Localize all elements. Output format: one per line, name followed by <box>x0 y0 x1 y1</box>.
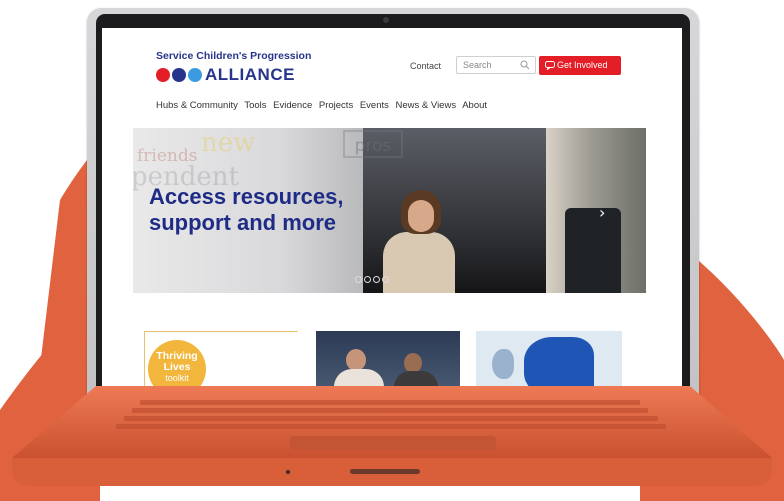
laptop-keyboard-base <box>12 386 772 486</box>
nav-projects[interactable]: Projects <box>319 100 353 111</box>
logo-dot-navy <box>172 68 186 82</box>
main-nav: Hubs & Community Tools Evidence Projects… <box>156 100 491 111</box>
nav-hubs-community[interactable]: Hubs & Community <box>156 100 238 111</box>
chat-icon <box>545 61 555 70</box>
camera-icon <box>383 17 389 23</box>
thriving-lives-card[interactable]: Thriving Lives toolkit <box>144 331 298 390</box>
hero-title-line2: support and more <box>149 210 337 235</box>
background-word: pros <box>343 130 403 158</box>
badge-line2: Lives <box>163 361 191 373</box>
person-head <box>404 353 422 373</box>
hero-title-line1: Access resources, <box>149 184 344 209</box>
nav-news-views[interactable]: News & Views <box>396 100 457 111</box>
nav-evidence[interactable]: Evidence <box>273 100 312 111</box>
map-region-england <box>524 337 594 390</box>
carousel-dot[interactable] <box>355 276 362 283</box>
carousel-dot[interactable] <box>382 276 389 283</box>
carousel-indicators <box>355 268 391 287</box>
chevron-right-icon[interactable]: › <box>599 203 605 222</box>
logo-dot-blue <box>188 68 202 82</box>
nav-events[interactable]: Events <box>360 100 389 111</box>
carousel-dot[interactable] <box>364 276 371 283</box>
hero-carousel[interactable]: friends new pendent pros Access resource… <box>133 128 646 293</box>
background-word: new <box>201 128 256 158</box>
nav-about[interactable]: About <box>462 100 487 111</box>
badge-line3: toolkit <box>165 373 189 383</box>
search-icon[interactable] <box>520 60 530 70</box>
thriving-lives-title: Thriving Lives toolkit <box>150 351 204 384</box>
logo-dot-red <box>156 68 170 82</box>
carousel-dot[interactable] <box>373 276 380 283</box>
logo-alliance[interactable]: ALLIANCE <box>205 65 295 85</box>
speaker-body <box>383 232 455 293</box>
laptop-screen: Service Children's Progression ALLIANCE … <box>102 28 682 390</box>
person-head <box>346 349 366 371</box>
nav-tools[interactable]: Tools <box>244 100 266 111</box>
hero-title: Access resources, support and more <box>149 184 379 236</box>
contact-link[interactable]: Contact <box>410 61 441 71</box>
coffee-cup-image <box>565 208 621 293</box>
map-region-ireland <box>492 349 514 379</box>
logo-title[interactable]: Service Children's Progression <box>156 50 311 62</box>
map-card[interactable] <box>476 331 622 390</box>
speaker-face <box>408 200 434 232</box>
group-photo-card[interactable] <box>316 331 460 390</box>
